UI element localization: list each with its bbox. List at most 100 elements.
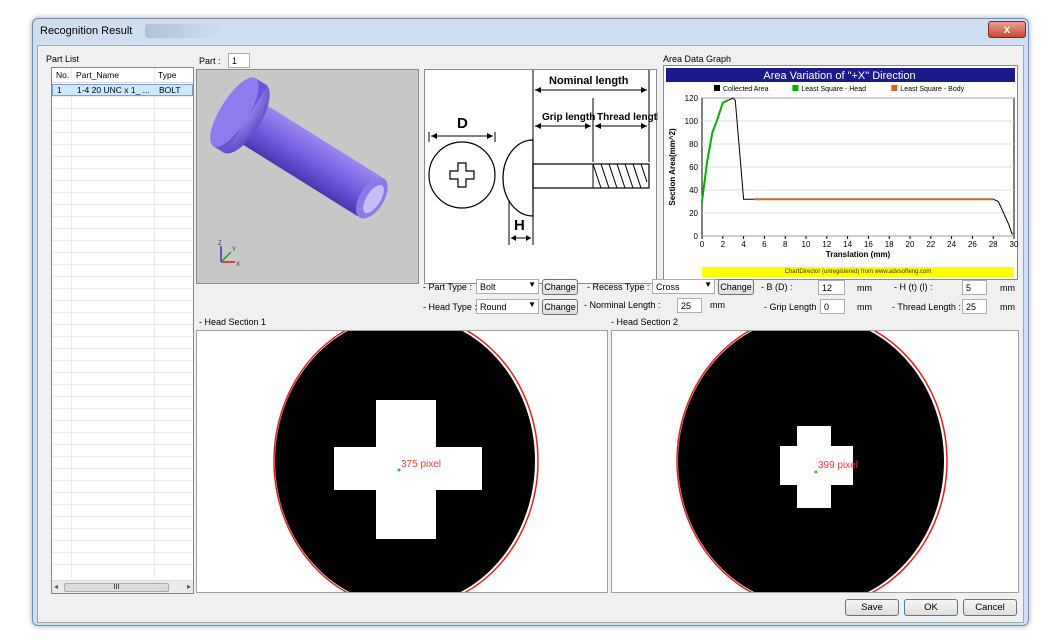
y-tick-label: 20 xyxy=(689,209,698,218)
h-t-unit: mm xyxy=(1000,283,1015,293)
nominal-length-unit: mm xyxy=(710,300,725,310)
head-section-1-image: 375 pixel xyxy=(273,331,539,592)
part-type-label: - Part Type : xyxy=(423,282,472,292)
x-tick-label: 28 xyxy=(989,240,998,249)
chevron-down-icon: ▼ xyxy=(528,280,536,289)
recognition-result-window: Recognition Result x Part List No. Part_… xyxy=(32,18,1029,626)
cancel-button[interactable]: Cancel xyxy=(963,599,1017,616)
area-data-graph-label: Area Data Graph xyxy=(663,54,732,64)
thread-length-field[interactable]: 25 xyxy=(962,299,987,314)
head-type-change-button[interactable]: Change xyxy=(542,299,578,315)
part-label: Part : xyxy=(199,56,221,66)
row-type: BOLT xyxy=(159,85,181,95)
head-section-2-view[interactable]: 399 pixel xyxy=(611,330,1019,593)
area-chart: Area Variation of "+X" Direction Collecte… xyxy=(666,68,1019,259)
column-header-part-name[interactable]: Part_Name xyxy=(76,70,119,80)
scroll-thumb[interactable]: III xyxy=(64,583,169,592)
part-list-grid xyxy=(52,96,193,576)
legend-entry: Collected Area xyxy=(723,86,769,93)
bolt-diagram-drawing: D Nominal length Grip length Thread leng… xyxy=(428,70,663,245)
thread-length-unit: mm xyxy=(1000,302,1015,312)
column-header-no[interactable]: No. xyxy=(56,70,69,80)
x-tick-label: 26 xyxy=(968,240,977,249)
column-header-type[interactable]: Type xyxy=(158,70,176,80)
part-list-label: Part List xyxy=(46,54,80,64)
y-tick-label: 40 xyxy=(689,186,698,195)
part-type-select[interactable]: Bolt ▼ xyxy=(476,279,539,294)
part-3d-view[interactable]: Z Y X xyxy=(196,69,419,284)
scroll-left-icon[interactable]: ◂ xyxy=(54,582,58,591)
head-section-2-image: 399 pixel xyxy=(676,331,948,592)
ok-button[interactable]: OK xyxy=(904,599,958,616)
horizontal-scrollbar[interactable]: ◂ III ▸ xyxy=(52,580,193,593)
x-tick-label: 8 xyxy=(783,240,788,249)
b-d-field[interactable]: 12 xyxy=(818,280,845,295)
x-tick-label: 14 xyxy=(843,240,852,249)
save-button[interactable]: Save xyxy=(845,599,899,616)
dim-h-label: H xyxy=(514,217,525,234)
axis-x-label: X xyxy=(236,262,240,268)
head-section-2-pixel-text: 399 pixel xyxy=(818,460,858,471)
x-tick-label: 12 xyxy=(822,240,831,249)
y-tick-label: 120 xyxy=(685,94,699,103)
chart-watermark: ChartDirector (unregistered) from www.ad… xyxy=(702,267,1014,277)
chevron-down-icon: ▼ xyxy=(528,300,536,309)
y-tick-label: 0 xyxy=(694,232,699,241)
x-tick-label: 16 xyxy=(864,240,873,249)
bolt-dimension-diagram: D Nominal length Grip length Thread leng… xyxy=(424,69,663,284)
nominal-length-field[interactable]: 25 xyxy=(677,298,702,313)
part-list-header: No. Part_Name Type xyxy=(52,68,193,83)
part-number-field[interactable]: 1 xyxy=(228,53,250,68)
chevron-down-icon: ▼ xyxy=(704,280,712,289)
title-bar[interactable]: Recognition Result x xyxy=(33,19,1028,47)
window-title: Recognition Result xyxy=(40,25,133,37)
recess-type-label: - Recess Type : xyxy=(587,282,650,292)
recess-type-change-button[interactable]: Change xyxy=(718,279,754,295)
grip-length-label: Grip length xyxy=(542,112,595,123)
x-tick-label: 2 xyxy=(721,240,726,249)
x-tick-label: 4 xyxy=(741,240,746,249)
nominal-length-label: Nominal length xyxy=(549,75,629,87)
x-tick-label: 10 xyxy=(802,240,811,249)
axis-y-label: Y xyxy=(232,247,236,253)
recess-type-select[interactable]: Cross ▼ xyxy=(652,279,715,294)
row-part-name: 1-4 20 UNC x 1_ ... xyxy=(77,85,150,95)
dim-d-label: D xyxy=(457,115,468,132)
part-type-change-button[interactable]: Change xyxy=(542,279,578,295)
h-t-field[interactable]: 5 xyxy=(962,280,987,295)
axis-triad-icon: Z Y X xyxy=(218,241,240,268)
x-tick-label: 0 xyxy=(700,240,705,249)
head-section-2-label: - Head Section 2 xyxy=(611,317,679,327)
y-tick-label: 80 xyxy=(689,140,698,149)
head-type-select[interactable]: Round ▼ xyxy=(476,299,539,314)
x-tick-label: 20 xyxy=(906,240,915,249)
grip-length-field[interactable]: 0 xyxy=(820,299,845,314)
table-row[interactable]: 1 1-4 20 UNC x 1_ ... BOLT xyxy=(52,84,193,96)
close-button[interactable]: x xyxy=(988,21,1026,38)
dialog-client-area: Part List No. Part_Name Type 1 1-4 20 UN… xyxy=(37,45,1024,623)
legend-entry: Least Square - Body xyxy=(900,86,964,93)
row-no: 1 xyxy=(57,85,62,95)
x-tick-label: 24 xyxy=(947,240,956,249)
legend-entry: Least Square - Head xyxy=(801,86,866,93)
b-d-label: - B (D) : xyxy=(761,282,793,292)
y-axis-label: Section Area(mm^2) xyxy=(668,128,677,206)
nominal-length-label-field: - Norminal Length : xyxy=(584,300,661,310)
title-bar-ghost xyxy=(145,24,225,38)
legend-swatch xyxy=(714,85,720,91)
axis-z-label: Z xyxy=(218,241,222,247)
x-axis-label: Translation (mm) xyxy=(826,250,891,259)
head-section-1-label: - Head Section 1 xyxy=(199,317,267,327)
legend-swatch xyxy=(792,85,799,91)
grip-length-label-field: - Grip Length : xyxy=(764,302,822,312)
head-section-1-view[interactable]: 375 pixel xyxy=(196,330,608,593)
x-tick-label: 22 xyxy=(926,240,935,249)
head-section-1-pixel-text: 375 pixel xyxy=(401,459,441,470)
y-tick-label: 100 xyxy=(685,117,699,126)
thread-length-label: Thread length xyxy=(597,112,658,123)
head-type-label: - Head Type : xyxy=(423,302,477,312)
scroll-right-icon[interactable]: ▸ xyxy=(187,582,191,591)
part-list-table[interactable]: No. Part_Name Type 1 1-4 20 UNC x 1_ ...… xyxy=(51,67,194,594)
x-tick-label: 18 xyxy=(885,240,894,249)
grip-length-unit: mm xyxy=(857,302,872,312)
